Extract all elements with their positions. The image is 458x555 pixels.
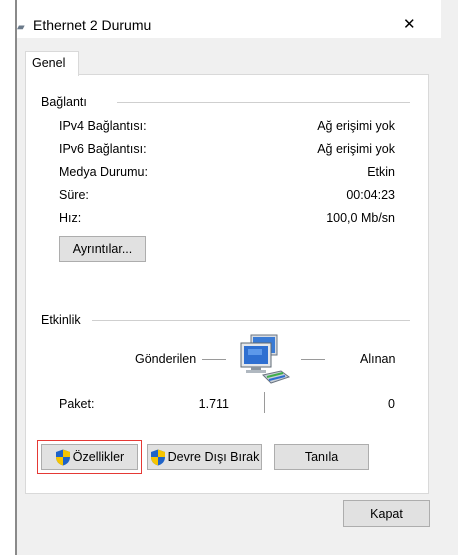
packets-label: Paket: — [59, 397, 95, 411]
disable-label: Devre Dışı Bırak — [167, 450, 260, 464]
properties-button[interactable]: Özellikler — [41, 444, 138, 470]
received-label: Alınan — [360, 352, 396, 366]
sent-line — [202, 359, 226, 360]
diagnose-button[interactable]: Tanıla — [274, 444, 369, 470]
shield-icon — [150, 449, 165, 465]
duration-label: Süre: — [59, 188, 89, 202]
ipv4-label: IPv4 Bağlantısı: — [59, 119, 147, 133]
close-icon[interactable]: ✕ — [403, 15, 416, 33]
ipv6-label: IPv6 Bağlantısı: — [59, 142, 147, 156]
disable-button[interactable]: Devre Dışı Bırak — [147, 444, 262, 470]
ipv6-value: Ağ erişimi yok — [317, 142, 395, 156]
connection-divider — [117, 102, 410, 103]
speed-label: Hız: — [59, 211, 82, 225]
details-button[interactable]: Ayrıntılar... — [59, 236, 146, 262]
shield-icon — [55, 449, 70, 465]
packets-received-value: 0 — [388, 397, 395, 411]
duration-value: 00:04:23 — [346, 188, 395, 202]
network-adapter-icon: ▰ — [17, 22, 25, 33]
ipv4-value: Ağ erişimi yok — [317, 119, 395, 133]
speed-value: 100,0 Mb/sn — [326, 211, 395, 225]
properties-label: Özellikler — [72, 450, 125, 464]
packets-divider — [264, 392, 265, 413]
close-button[interactable]: Kapat — [343, 500, 430, 527]
window-title: Ethernet 2 Durumu — [33, 17, 152, 33]
activity-divider — [92, 320, 410, 321]
activity-section-title: Etkinlik — [41, 313, 81, 327]
media-status-label: Medya Durumu: — [59, 165, 148, 179]
tab-genel-label: Genel — [32, 56, 66, 70]
connection-section-title: Bağlantı — [41, 95, 87, 109]
sent-label: Gönderilen — [135, 352, 197, 366]
packets-sent-value: 1.711 — [198, 397, 229, 411]
network-computers-icon — [240, 334, 291, 384]
tab-genel[interactable]: Genel — [25, 51, 79, 76]
general-panel — [25, 74, 429, 494]
media-status-value: Etkin — [367, 165, 395, 179]
received-line — [301, 359, 325, 360]
